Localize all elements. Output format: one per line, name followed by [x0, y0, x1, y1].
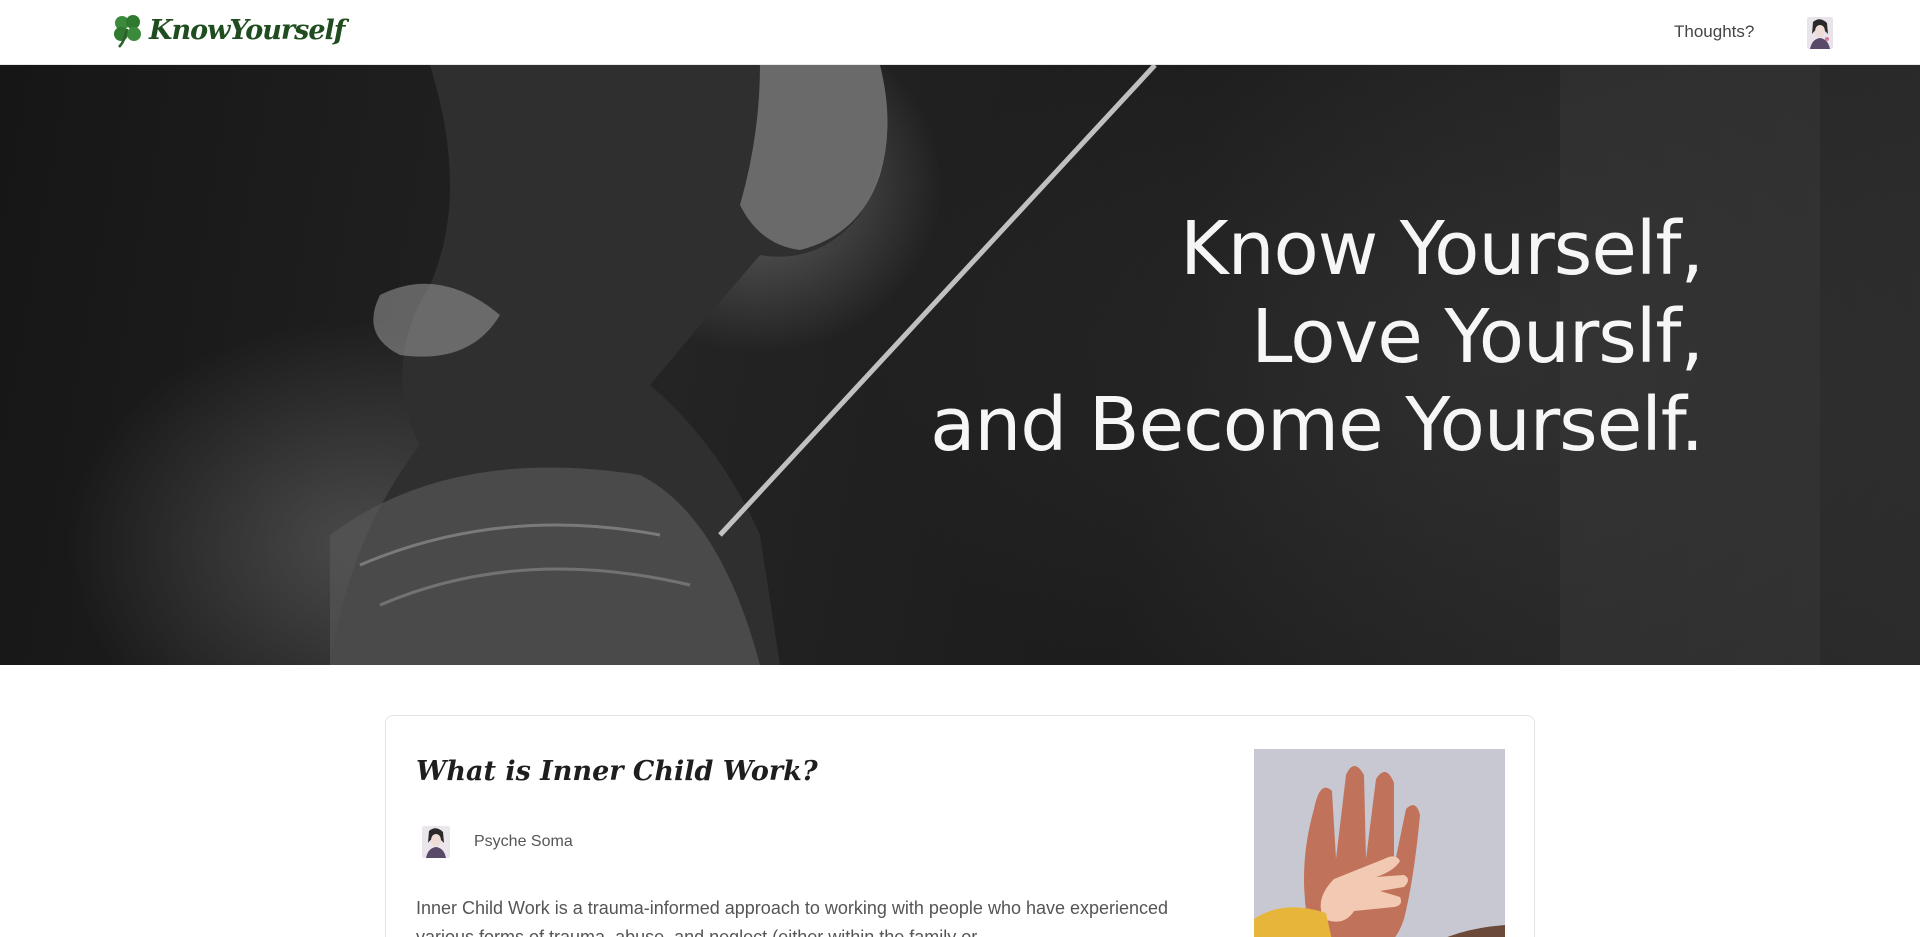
article-card[interactable]: What is Inner Child Work? Psyche Soma In… — [385, 715, 1535, 937]
hero-line-1: Know Yourself, — [1180, 206, 1704, 292]
author-name: Psyche Soma — [474, 833, 573, 850]
article-author: Psyche Soma — [422, 826, 573, 858]
brand-name: KnowYourself — [149, 14, 345, 46]
clover-icon — [114, 15, 141, 48]
hero-line-2: Love Yourslf, — [1251, 294, 1704, 380]
hero-banner: Know Yourself, Love Yourslf, and Become … — [0, 65, 1920, 665]
top-navigation-bar: KnowYourself Thoughts? — [0, 0, 1920, 65]
hero-line-3: and Become Yourself. — [930, 382, 1704, 468]
user-avatar-icon[interactable] — [1807, 17, 1833, 49]
article-title[interactable]: What is Inner Child Work? — [416, 756, 818, 787]
nav-link-thoughts[interactable]: Thoughts? — [1674, 22, 1754, 42]
article-excerpt: Inner Child Work is a trauma-informed ap… — [416, 898, 1169, 937]
brand-logo-link[interactable]: KnowYourself — [111, 12, 345, 48]
author-avatar-icon — [422, 826, 450, 858]
hero-headline: Know Yourself, Love Yourslf, and Become … — [930, 205, 1704, 469]
article-thumbnail-hands-photo[interactable] — [1254, 749, 1505, 937]
